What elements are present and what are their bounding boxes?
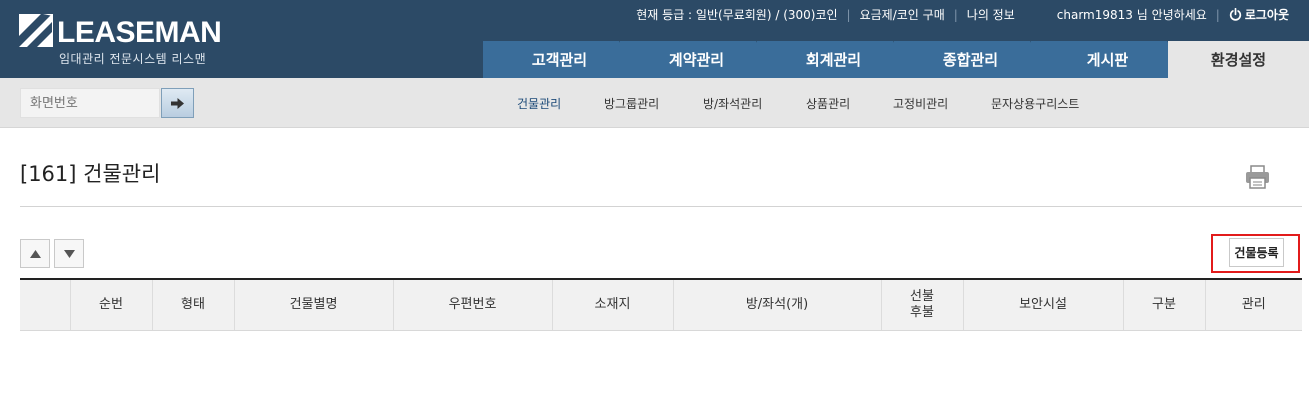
title-divider [20, 206, 1302, 207]
separator: | [846, 7, 851, 22]
register-building-button[interactable]: 건물등록 [1229, 238, 1284, 267]
col-select [20, 278, 70, 331]
submenu-building[interactable]: 건물관리 [517, 95, 561, 112]
separator: | [1215, 7, 1220, 22]
triangle-down-icon [63, 249, 75, 258]
col-postal-code: 우편번호 [392, 278, 552, 331]
header: LEASEMAN 임대관리 전문시스템 리스맨 현재 등급 : 일반(무료회원)… [0, 0, 1309, 78]
table-header-row: 순번 형태 건물별명 우편번호 소재지 방/좌석(개) 선불 후불 보안시설 구… [20, 278, 1302, 331]
logo-subtitle: 임대관리 전문시스템 리스맨 [59, 52, 207, 66]
submenu-product[interactable]: 상품관리 [806, 95, 850, 112]
myinfo-link[interactable]: 나의 정보 [967, 6, 1015, 23]
col-category: 구분 [1122, 278, 1205, 331]
col-building-alias: 건물별명 [233, 278, 393, 331]
submenu-fixed-cost[interactable]: 고정비관리 [893, 95, 948, 112]
move-up-button[interactable] [20, 239, 50, 268]
col-prepaid-postpaid-label: 선불 후불 [910, 288, 934, 320]
tab-general[interactable]: 종합관리 [894, 41, 1047, 78]
tab-accounting[interactable]: 회계관리 [757, 41, 910, 78]
logo[interactable]: LEASEMAN 임대관리 전문시스템 리스맨 [19, 14, 222, 66]
col-type: 형태 [151, 278, 234, 331]
col-rooms-seats: 방/좌석(개) [672, 278, 881, 331]
page-title: [161] 건물관리 [20, 162, 161, 186]
sub-bar: 건물관리 방그룹관리 방/좌석관리 상품관리 고정비관리 문자상용구리스트 [0, 78, 1309, 128]
move-down-button[interactable] [54, 239, 84, 268]
col-security: 보안시설 [962, 278, 1123, 331]
plan-link[interactable]: 요금제/코인 구매 [860, 6, 945, 23]
tab-contract[interactable]: 계약관리 [620, 41, 773, 78]
arrow-right-icon [171, 97, 184, 109]
logout-label: 로그아웃 [1244, 8, 1289, 22]
screen-number-input[interactable] [20, 88, 160, 118]
col-prepaid-postpaid: 선불 후불 [880, 278, 963, 331]
submenu-room-seat[interactable]: 방/좌석관리 [703, 95, 762, 112]
col-location: 소재지 [551, 278, 673, 331]
grade-info: 현재 등급 : 일반(무료회원) / (300)코인 [636, 8, 838, 22]
logo-text: LEASEMAN [57, 16, 222, 49]
col-number: 순번 [69, 278, 152, 331]
top-info-bar: 현재 등급 : 일반(무료회원) / (300)코인 | 요금제/코인 구매 |… [636, 6, 1289, 23]
greeting-text: charm19813 님 안녕하세요 [1056, 8, 1207, 22]
logout-button[interactable]: 로그아웃 [1229, 6, 1289, 23]
tab-settings[interactable]: 환경설정 [1168, 41, 1309, 78]
print-icon[interactable] [1245, 165, 1270, 189]
tab-board[interactable]: 게시판 [1031, 41, 1184, 78]
go-button[interactable] [161, 88, 194, 118]
col-manage: 관리 [1204, 278, 1302, 331]
submenu-sms-phrases[interactable]: 문자상용구리스트 [991, 95, 1079, 112]
logo-mark-icon [19, 14, 53, 47]
submenu-room-group[interactable]: 방그룹관리 [604, 95, 659, 112]
separator: | [953, 7, 958, 22]
power-icon [1229, 8, 1241, 21]
building-table: 순번 형태 건물별명 우편번호 소재지 방/좌석(개) 선불 후불 보안시설 구… [20, 278, 1302, 331]
triangle-up-icon [29, 249, 41, 258]
tab-customer[interactable]: 고객관리 [483, 41, 636, 78]
